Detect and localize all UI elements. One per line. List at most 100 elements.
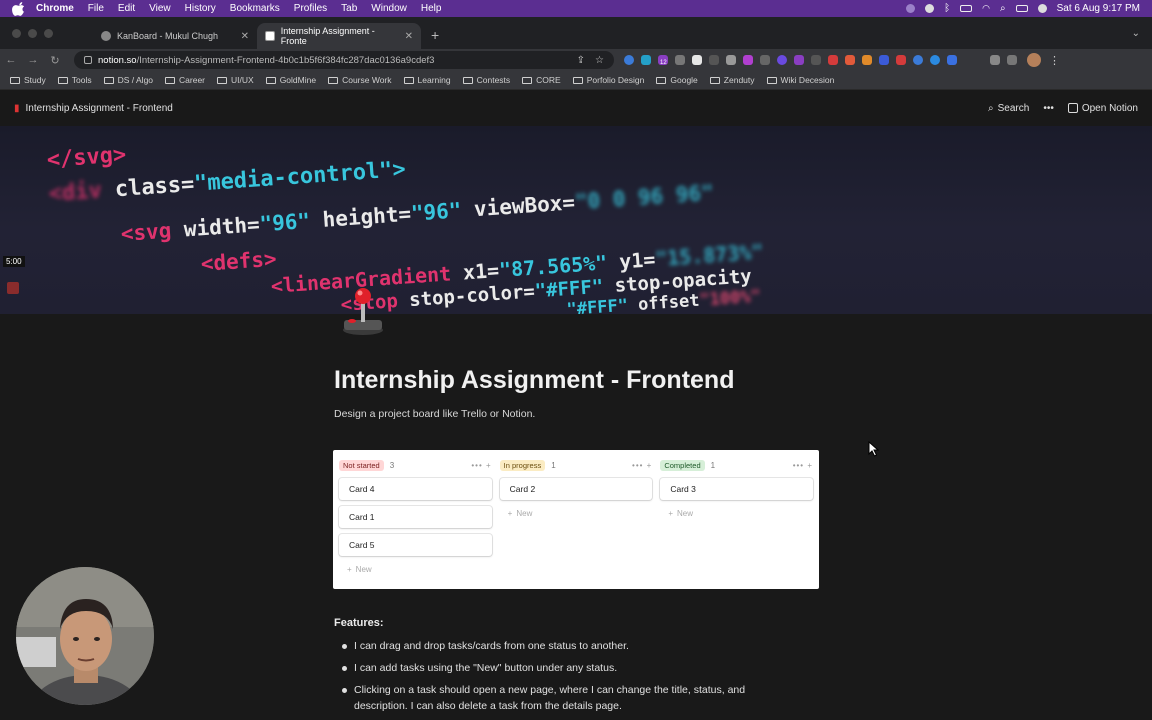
bookmark-folder[interactable]: UI/UX [217, 75, 254, 85]
apple-icon[interactable] [12, 1, 26, 16]
bluetooth-icon[interactable]: ᛒ [944, 3, 950, 14]
menu-help[interactable]: Help [421, 3, 442, 14]
extension-icon[interactable] [794, 55, 804, 65]
extension-icon[interactable] [675, 55, 685, 65]
page-title[interactable]: Internship Assignment - Frontend [334, 366, 734, 395]
extension-icon[interactable] [845, 55, 855, 65]
board-card[interactable]: Card 3 [660, 478, 813, 500]
new-card-button[interactable]: + New [500, 506, 653, 520]
status-badge[interactable]: Completed [660, 459, 705, 471]
extension-icon[interactable]: 12 [658, 55, 668, 66]
minimize-window-button[interactable] [28, 28, 37, 38]
menu-history[interactable]: History [185, 3, 216, 14]
back-icon[interactable]: ← [0, 54, 22, 66]
browser-tab-notion[interactable]: Internship Assignment - Fronte ✕ [257, 23, 421, 49]
search-button[interactable]: ⌕ Search [988, 103, 1029, 114]
extension-icon[interactable] [709, 55, 719, 65]
bookmark-folder[interactable]: Study [10, 75, 46, 85]
bookmark-folder[interactable]: Zenduty [709, 75, 755, 85]
wifi-icon[interactable]: ◠ [982, 3, 990, 14]
bookmark-folder[interactable]: Learning [403, 75, 451, 85]
forward-icon[interactable]: → [22, 54, 44, 66]
stop-recording-button[interactable] [7, 282, 19, 294]
extension-icon[interactable] [726, 55, 736, 65]
extension-icon[interactable] [862, 55, 872, 65]
extension-icon[interactable] [624, 55, 634, 65]
more-options-button[interactable]: ••• [1043, 103, 1054, 114]
board-card[interactable]: Card 2 [500, 478, 653, 500]
puzzle-extensions-icon[interactable] [990, 55, 1000, 65]
status-badge[interactable]: In progress [499, 459, 546, 471]
features-heading[interactable]: Features: [334, 617, 384, 629]
battery-icon[interactable] [960, 5, 973, 12]
extension-icon[interactable] [913, 55, 923, 65]
close-tab-icon[interactable]: ✕ [241, 31, 249, 42]
control-center-icon[interactable] [1015, 5, 1028, 12]
extension-icon[interactable] [930, 55, 940, 65]
column-add-button[interactable]: + [647, 461, 653, 470]
bookmark-folder[interactable]: Contests [462, 75, 510, 85]
breadcrumb[interactable]: Internship Assignment - Frontend [26, 103, 173, 114]
sidepanel-icon[interactable] [1007, 55, 1017, 65]
menu-edit[interactable]: Edit [118, 3, 135, 14]
column-more-button[interactable]: ••• [471, 461, 482, 470]
menu-file[interactable]: File [88, 3, 104, 14]
profile-avatar[interactable] [1027, 53, 1041, 67]
extension-icon[interactable] [811, 55, 821, 65]
bookmark-folder[interactable]: Course Work [328, 75, 392, 85]
extension-icon[interactable] [947, 55, 957, 65]
column-add-button[interactable]: + [807, 461, 813, 470]
share-icon[interactable]: ⇪ [577, 55, 585, 66]
new-card-button[interactable]: + New [660, 506, 813, 520]
new-tab-button[interactable]: + [421, 27, 449, 49]
menu-window[interactable]: Window [371, 3, 407, 14]
lock-icon[interactable] [84, 56, 92, 64]
close-window-button[interactable] [12, 28, 21, 38]
spotlight-search-icon[interactable]: ⌕ [1000, 3, 1006, 14]
bookmark-folder[interactable]: GoldMine [265, 75, 316, 85]
bookmark-folder[interactable]: CORE [522, 75, 561, 85]
menu-view[interactable]: View [149, 3, 171, 14]
gear-icon[interactable] [925, 4, 935, 13]
extension-icon[interactable] [896, 55, 906, 65]
list-item[interactable]: I can add tasks using the "New" button u… [340, 660, 790, 676]
menu-profiles[interactable]: Profiles [294, 3, 327, 14]
board-card[interactable]: Card 1 [339, 506, 492, 528]
siri-icon[interactable] [1037, 4, 1047, 13]
joystick-page-icon[interactable] [340, 284, 386, 336]
extension-icon[interactable] [743, 55, 753, 65]
open-notion-button[interactable]: Open Notion [1067, 103, 1138, 114]
extension-icon[interactable] [641, 55, 651, 65]
chrome-menu-icon[interactable]: ⋮ [1049, 54, 1060, 67]
menu-app-chrome[interactable]: Chrome [36, 3, 74, 14]
extension-icon[interactable] [828, 55, 838, 65]
bookmark-folder[interactable]: Porfolio Design [572, 75, 644, 85]
list-item[interactable]: Clicking on a task should open a new pag… [340, 682, 790, 714]
bookmark-folder[interactable]: DS / Algo [103, 75, 153, 85]
new-card-button[interactable]: + New [339, 562, 492, 576]
extension-icon[interactable] [760, 55, 770, 65]
browser-tab-kanboard[interactable]: KanBoard - Mukul Chugh ✕ [93, 23, 257, 49]
close-tab-icon[interactable]: ✕ [405, 31, 413, 42]
page-description[interactable]: Design a project board like Trello or No… [334, 408, 535, 420]
extension-icon[interactable] [777, 55, 787, 65]
status-moon-icon[interactable] [906, 4, 916, 13]
clock-datetime[interactable]: Sat 6 Aug 9:17 PM [1057, 3, 1140, 14]
reload-icon[interactable]: ↻ [44, 54, 66, 67]
column-more-button[interactable]: ••• [632, 461, 643, 470]
maximize-window-button[interactable] [44, 28, 53, 38]
extension-icon[interactable] [879, 55, 889, 65]
bookmark-folder[interactable]: Career [165, 75, 205, 85]
bookmark-folder[interactable]: Tools [57, 75, 92, 85]
tab-search-chevron-icon[interactable]: ⌄ [1120, 28, 1152, 49]
column-add-button[interactable]: + [486, 461, 492, 470]
extension-icon[interactable] [692, 55, 702, 65]
status-badge[interactable]: Not started [339, 459, 384, 471]
menu-bookmarks[interactable]: Bookmarks [230, 3, 280, 14]
address-bar[interactable]: notion.so /Internship-Assignment-Fronten… [74, 51, 614, 69]
menu-tab[interactable]: Tab [341, 3, 357, 14]
board-card[interactable]: Card 4 [339, 478, 492, 500]
bookmark-folder[interactable]: Google [656, 75, 698, 85]
list-item[interactable]: I can drag and drop tasks/cards from one… [340, 638, 790, 654]
column-more-button[interactable]: ••• [793, 461, 804, 470]
